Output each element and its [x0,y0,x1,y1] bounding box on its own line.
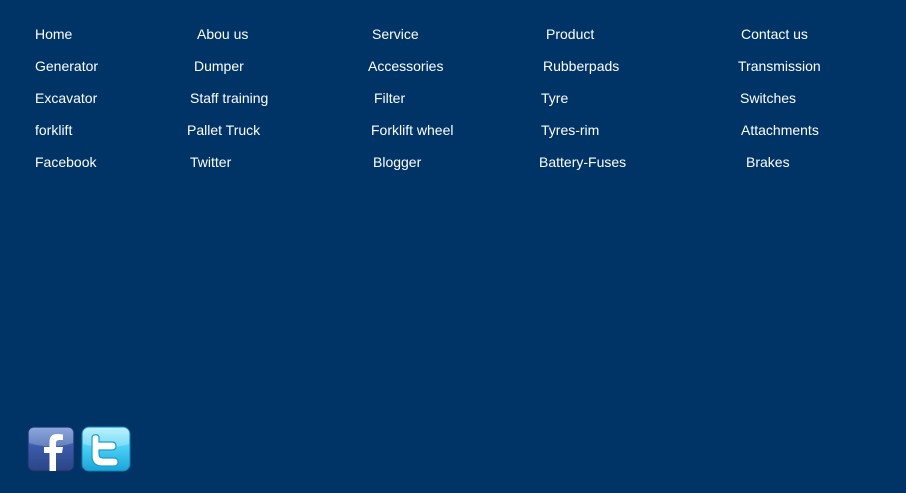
link-transmission[interactable]: Transmission [738,57,821,75]
link-filter[interactable]: Filter [374,89,405,107]
link-dumper[interactable]: Dumper [194,57,244,75]
link-switches[interactable]: Switches [740,89,796,107]
facebook-icon-graphic [27,426,75,472]
link-tyre[interactable]: Tyre [541,89,568,107]
link-forklift-wheel[interactable]: Forklift wheel [371,121,453,139]
link-home[interactable]: Home [35,25,72,43]
link-brakes[interactable]: Brakes [746,153,790,171]
link-attachments[interactable]: Attachments [741,121,819,139]
link-service[interactable]: Service [372,25,419,43]
link-battery-fuses[interactable]: Battery-Fuses [539,153,626,171]
link-contact-us[interactable]: Contact us [741,25,808,43]
link-staff-training[interactable]: Staff training [190,89,268,107]
link-generator[interactable]: Generator [35,57,98,75]
twitter-icon[interactable] [81,426,131,472]
facebook-icon[interactable] [27,426,75,472]
link-about-us[interactable]: Abou us [197,25,248,43]
link-pallet-truck[interactable]: Pallet Truck [187,121,260,139]
twitter-icon-graphic [81,426,131,472]
link-blogger[interactable]: Blogger [373,153,421,171]
link-accessories[interactable]: Accessories [368,57,443,75]
link-twitter[interactable]: Twitter [190,153,231,171]
link-tyres-rim[interactable]: Tyres-rim [541,121,599,139]
footer-links: Home Abou us Service Product Contact us … [0,0,906,493]
link-product[interactable]: Product [546,25,594,43]
link-facebook[interactable]: Facebook [35,153,96,171]
link-rubberpads[interactable]: Rubberpads [543,57,619,75]
link-forklift[interactable]: forklift [35,121,72,139]
link-excavator[interactable]: Excavator [35,89,97,107]
